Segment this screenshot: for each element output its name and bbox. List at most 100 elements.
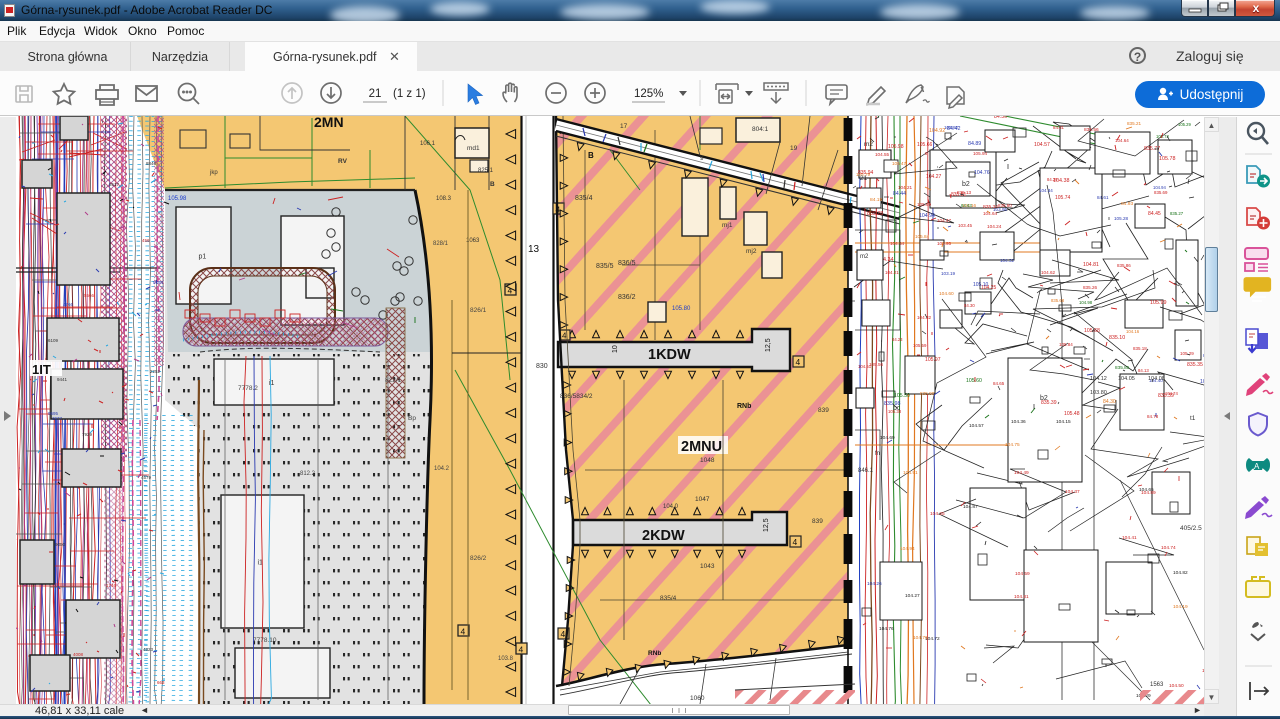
svg-text:17: 17 xyxy=(620,123,628,130)
svg-text:103.19: 103.19 xyxy=(941,271,955,276)
svg-text:104.94: 104.94 xyxy=(919,213,935,219)
svg-text:4: 4 xyxy=(562,332,567,341)
svg-text:106.1: 106.1 xyxy=(420,141,436,147)
svg-text:1047: 1047 xyxy=(695,496,710,503)
svg-text:835.35: 835.35 xyxy=(1187,362,1203,368)
svg-text:84.30: 84.30 xyxy=(1103,399,1116,405)
svg-text:1563: 1563 xyxy=(1150,682,1164,688)
svg-text:105.29: 105.29 xyxy=(1178,122,1191,127)
svg-text:9: 9 xyxy=(700,155,704,162)
svg-text:835.56: 835.56 xyxy=(1084,127,1099,133)
svg-text:104.05: 104.05 xyxy=(1118,376,1135,382)
svg-text:84.23: 84.23 xyxy=(892,337,903,342)
svg-text:836/2: 836/2 xyxy=(618,294,636,301)
svg-text:84.93: 84.93 xyxy=(1121,201,1134,207)
svg-text:835.21: 835.21 xyxy=(1127,121,1141,126)
svg-text:4: 4 xyxy=(561,629,566,639)
svg-text:2MN: 2MN xyxy=(314,116,344,130)
svg-text:804:1: 804:1 xyxy=(752,126,769,133)
svg-text:m2: m2 xyxy=(860,254,869,260)
svg-text:84.44: 84.44 xyxy=(893,191,906,197)
svg-text:104.81: 104.81 xyxy=(1014,594,1029,600)
svg-text:RNb: RNb xyxy=(737,403,751,410)
svg-text:830: 830 xyxy=(536,363,548,370)
svg-text:105.95: 105.95 xyxy=(937,241,951,246)
svg-text:104.16: 104.16 xyxy=(1126,329,1140,334)
svg-text:104.54: 104.54 xyxy=(890,241,904,246)
svg-text:104.91: 104.91 xyxy=(903,470,918,476)
svg-text:456: 456 xyxy=(142,238,150,243)
svg-text:84.65: 84.65 xyxy=(993,381,1005,386)
svg-text:105.56: 105.56 xyxy=(869,362,883,367)
svg-text:104.24: 104.24 xyxy=(987,224,1002,229)
svg-text:104.98: 104.98 xyxy=(1079,300,1093,305)
svg-text:105.29: 105.29 xyxy=(1180,351,1194,356)
svg-text:2252: 2252 xyxy=(150,369,161,374)
svg-text:835.94: 835.94 xyxy=(858,170,874,176)
svg-text:105.10: 105.10 xyxy=(973,282,989,288)
svg-text:105.97: 105.97 xyxy=(925,357,941,363)
svg-text:826/1: 826/1 xyxy=(470,307,487,314)
svg-text:826/2: 826/2 xyxy=(470,555,487,562)
svg-text:105.99: 105.99 xyxy=(1150,300,1167,306)
svg-text:835.85: 835.85 xyxy=(1115,365,1130,370)
svg-text:4: 4 xyxy=(793,537,798,547)
svg-text:825.1: 825.1 xyxy=(478,168,494,174)
svg-text:104.82: 104.82 xyxy=(1173,570,1188,576)
svg-text:105.78: 105.78 xyxy=(1159,156,1176,162)
svg-text:104.08: 104.08 xyxy=(1148,376,1165,382)
svg-text:84.78: 84.78 xyxy=(1147,414,1159,419)
svg-text:7778.10: 7778.10 xyxy=(253,637,277,644)
svg-text:105.47: 105.47 xyxy=(892,161,906,166)
svg-text:839: 839 xyxy=(818,407,829,414)
svg-text:835.34: 835.34 xyxy=(983,204,998,210)
svg-text:104.60: 104.60 xyxy=(939,291,954,297)
svg-text:4: 4 xyxy=(519,645,524,655)
svg-text:836/5: 836/5 xyxy=(618,260,636,267)
svg-text:835/4: 835/4 xyxy=(660,595,677,602)
svg-text:3977: 3977 xyxy=(52,416,63,421)
svg-text:103.8: 103.8 xyxy=(498,656,514,662)
svg-text:1043: 1043 xyxy=(700,563,715,570)
svg-text:8517: 8517 xyxy=(109,182,120,187)
svg-text:104.55: 104.55 xyxy=(875,152,889,157)
svg-text:104.76: 104.76 xyxy=(913,635,928,641)
svg-text:104.47: 104.47 xyxy=(937,218,951,223)
svg-text:104.75: 104.75 xyxy=(1005,442,1020,448)
svg-text:104.74: 104.74 xyxy=(1161,545,1176,551)
svg-text:104.27: 104.27 xyxy=(905,593,920,599)
svg-text:108.3: 108.3 xyxy=(436,196,452,202)
svg-text:9695: 9695 xyxy=(48,411,59,416)
svg-text:105.59: 105.59 xyxy=(913,343,927,348)
svg-text:12,5: 12,5 xyxy=(763,518,770,532)
svg-text:x: x xyxy=(1253,1,1260,15)
svg-text:104.38: 104.38 xyxy=(1053,178,1070,184)
svg-text:mj2: mj2 xyxy=(746,248,757,255)
svg-text:835/5: 835/5 xyxy=(596,263,614,270)
svg-text:105.98: 105.98 xyxy=(168,196,187,202)
svg-text:10: 10 xyxy=(612,345,619,353)
svg-text:1KDW: 1KDW xyxy=(648,347,691,363)
svg-text:104.51: 104.51 xyxy=(858,364,872,369)
svg-text:812.2: 812.2 xyxy=(300,471,316,477)
svg-text:104.69: 104.69 xyxy=(880,435,895,441)
svg-text:t1: t1 xyxy=(1190,415,1196,422)
svg-text:A: A xyxy=(1254,462,1260,471)
svg-text:84.30: 84.30 xyxy=(964,303,975,308)
svg-text:835.39: 835.39 xyxy=(1041,400,1057,406)
svg-text:jkp: jkp xyxy=(209,170,218,176)
svg-text:105.50: 105.50 xyxy=(894,393,910,399)
svg-text:6109: 6109 xyxy=(48,338,59,343)
svg-text:104.50: 104.50 xyxy=(1169,683,1184,689)
svg-text:4: 4 xyxy=(796,357,801,367)
svg-text:105.68: 105.68 xyxy=(1084,328,1100,334)
svg-text:B: B xyxy=(588,151,594,160)
svg-text:84.63: 84.63 xyxy=(961,203,972,208)
svg-text:104.41: 104.41 xyxy=(1122,535,1137,541)
svg-text:104.76: 104.76 xyxy=(974,170,990,176)
svg-text:84.81: 84.81 xyxy=(1053,125,1065,130)
svg-text:105.74: 105.74 xyxy=(1055,195,1071,201)
svg-text:1IT: 1IT xyxy=(32,362,51,377)
svg-text:835.98: 835.98 xyxy=(884,401,901,407)
svg-text:84.36: 84.36 xyxy=(994,116,1007,120)
